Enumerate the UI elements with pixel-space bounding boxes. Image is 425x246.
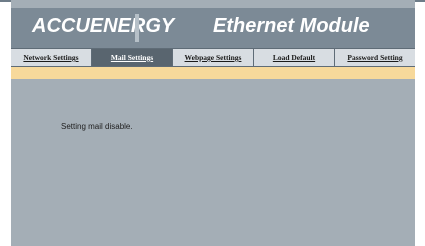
tab-mail-settings[interactable]: Mail Settings — [92, 49, 173, 66]
tab-network-settings[interactable]: Network Settings — [11, 49, 92, 66]
tab-load-default[interactable]: Load Default — [254, 49, 335, 66]
notice-bar — [11, 67, 415, 79]
status-message: Setting mail disable. — [61, 122, 133, 131]
brand-logo: ACCUENERGY — [32, 15, 175, 37]
nav-tab-bar: Network Settings Mail Settings Webpage S… — [11, 48, 415, 67]
tab-webpage-settings[interactable]: Webpage Settings — [173, 49, 254, 66]
header-banner: ACCUENERGY Ethernet Module — [11, 8, 415, 48]
page-frame: ACCUENERGY Ethernet Module Network Setti… — [11, 0, 415, 246]
logo-separator — [135, 14, 139, 42]
tab-password-setting[interactable]: Password Setting — [335, 49, 415, 66]
page-title: Ethernet Module — [213, 15, 370, 37]
